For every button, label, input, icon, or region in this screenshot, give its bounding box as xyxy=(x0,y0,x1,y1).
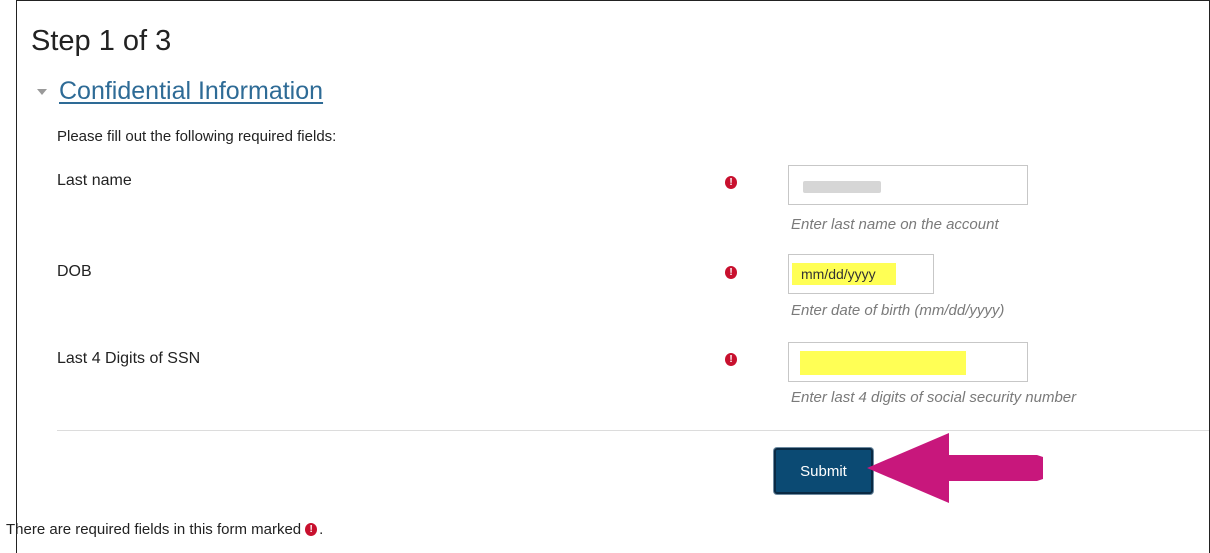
required-icon: ! xyxy=(725,353,737,366)
highlight-marker xyxy=(800,351,966,375)
last-name-label: Last name xyxy=(57,172,132,189)
last-name-input[interactable] xyxy=(788,165,1028,205)
footer-period: . xyxy=(319,521,324,538)
dob-placeholder: mm/dd/yyyy xyxy=(801,266,876,282)
dob-label: DOB xyxy=(57,263,92,280)
step-title: Step 1 of 3 xyxy=(31,25,172,57)
redacted-value xyxy=(803,181,881,193)
submit-button[interactable]: Submit xyxy=(774,448,873,494)
ssn-label: Last 4 Digits of SSN xyxy=(57,350,201,367)
dob-help: Enter date of birth (mm/dd/yyyy) xyxy=(791,302,1005,319)
form-panel: Step 1 of 3 Confidential Information Ple… xyxy=(16,0,1210,553)
divider xyxy=(57,430,1209,431)
section-header[interactable]: Confidential Information xyxy=(37,77,323,106)
required-icon: ! xyxy=(725,266,737,279)
ssn-input[interactable] xyxy=(788,342,1028,382)
footer-text: There are required fields in this form m… xyxy=(6,521,302,538)
dob-input[interactable]: mm/dd/yyyy xyxy=(788,254,934,294)
section-title-link[interactable]: Confidential Information xyxy=(59,77,323,106)
intro-text: Please fill out the following required f… xyxy=(57,128,337,145)
annotation-arrow-icon xyxy=(867,433,1043,503)
required-icon: ! xyxy=(725,176,737,189)
last-name-help: Enter last name on the account xyxy=(791,216,999,233)
required-icon: ! xyxy=(305,523,318,536)
ssn-help: Enter last 4 digits of social security n… xyxy=(791,389,1077,406)
caret-down-icon[interactable] xyxy=(37,88,47,95)
footer-note: There are required fields in this form m… xyxy=(6,521,323,538)
